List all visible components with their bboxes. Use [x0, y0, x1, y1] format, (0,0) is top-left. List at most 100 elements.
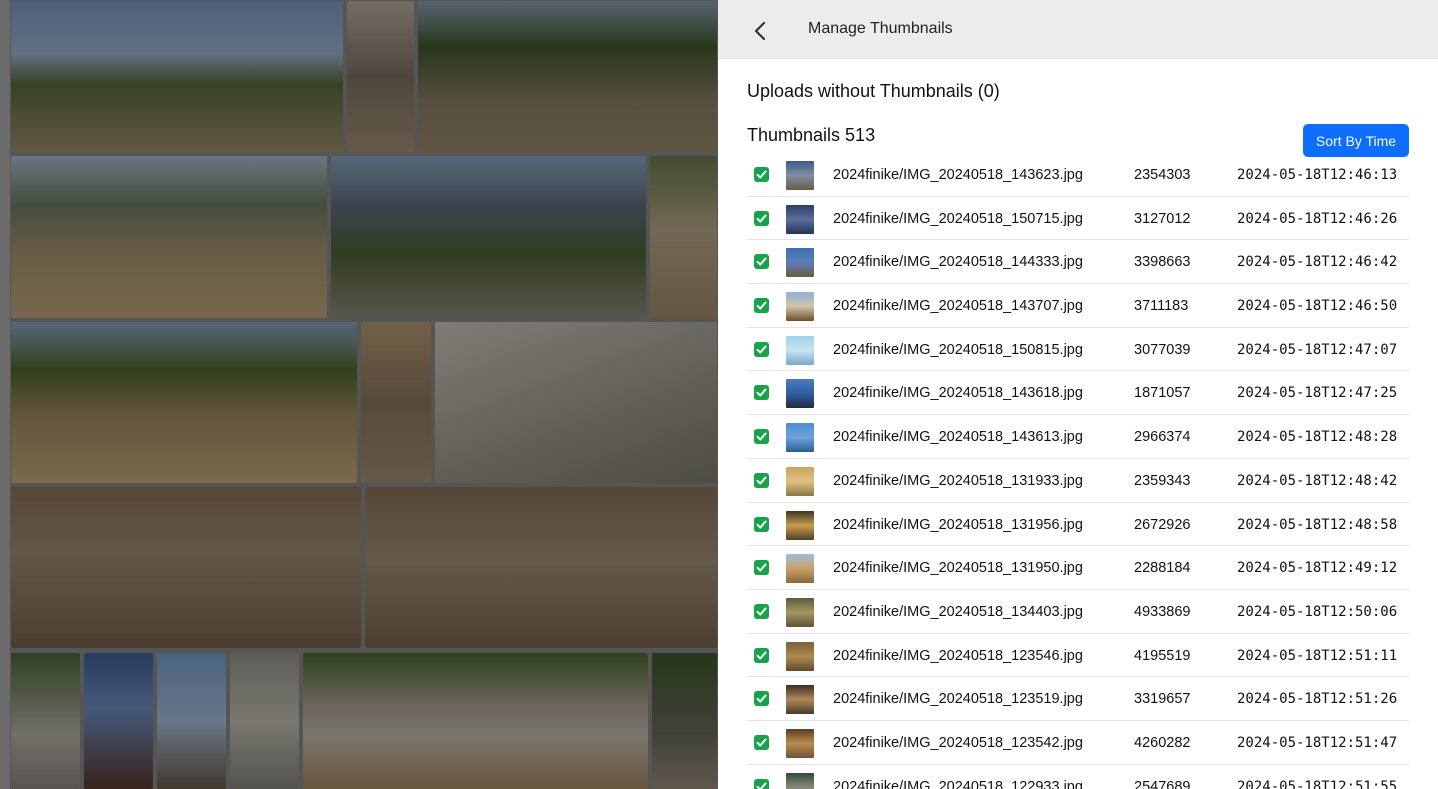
- file-name: 2024finike/IMG_20240518_134403.jpg: [833, 603, 1083, 620]
- gallery-photo[interactable]: [157, 653, 226, 789]
- file-name: 2024finike/IMG_20240518_131956.jpg: [833, 516, 1083, 533]
- thumbnail-row[interactable]: 2024finike/IMG_20240518_131956.jpg 267292…: [747, 503, 1409, 547]
- thumbnail-image: [786, 554, 814, 584]
- file-size: 1871057: [1134, 385, 1191, 402]
- file-size: 4260282: [1134, 734, 1191, 751]
- gallery-photo[interactable]: [652, 653, 717, 789]
- checkmark-icon: [754, 734, 769, 750]
- thumbnail-row[interactable]: 2024finike/IMG_20240518_123519.jpg 331965…: [747, 677, 1409, 721]
- gallery-photo[interactable]: [11, 1, 343, 152]
- gallery-photo[interactable]: [331, 156, 646, 318]
- upload-time: 2024-05-18T12:51:55: [1237, 778, 1398, 789]
- gallery-photo[interactable]: [11, 322, 357, 483]
- gallery-photo[interactable]: [347, 1, 414, 152]
- file-size: 3711183: [1134, 298, 1189, 315]
- thumbnail-row[interactable]: 2024finike/IMG_20240518_150715.jpg 312701…: [747, 197, 1409, 241]
- upload-time: 2024-05-18T12:48:28: [1237, 429, 1398, 446]
- file-size: 2288184: [1134, 560, 1191, 577]
- upload-time: 2024-05-18T12:46:13: [1237, 167, 1398, 183]
- upload-time: 2024-05-18T12:51:47: [1237, 734, 1398, 751]
- gallery-photo[interactable]: [435, 322, 717, 483]
- gallery-photo[interactable]: [230, 653, 299, 789]
- gallery-photo[interactable]: [365, 487, 717, 648]
- checkmark-icon: [754, 341, 769, 357]
- thumbnail-row[interactable]: 2024finike/IMG_20240518_143613.jpg 296637…: [747, 415, 1409, 459]
- file-name: 2024finike/IMG_20240518_122933.jpg: [833, 778, 1083, 789]
- upload-time: 2024-05-18T12:51:26: [1237, 691, 1398, 708]
- checkmark-icon: [754, 560, 769, 576]
- back-button[interactable]: [748, 18, 772, 44]
- gallery-photo[interactable]: [650, 156, 717, 318]
- gallery-photo[interactable]: [418, 1, 717, 152]
- file-name: 2024finike/IMG_20240518_131950.jpg: [833, 560, 1083, 577]
- thumbnail-row[interactable]: 2024finike/IMG_20240518_143618.jpg 187105…: [747, 371, 1409, 416]
- gallery-edge: [0, 0, 10, 789]
- file-size: 2672926: [1134, 516, 1191, 533]
- file-name: 2024finike/IMG_20240518_143613.jpg: [833, 429, 1083, 446]
- thumbnail-row[interactable]: 2024finike/IMG_20240518_143707.jpg 371118…: [747, 284, 1409, 328]
- photo-gallery: [0, 0, 718, 789]
- upload-time: 2024-05-18T12:47:25: [1237, 385, 1398, 402]
- checkmark-icon: [754, 167, 769, 182]
- checkmark-icon: [754, 516, 769, 532]
- thumbnail-list: 2024finike/IMG_20240518_143623.jpg 235430…: [747, 153, 1409, 789]
- manage-thumbnails-panel: Manage Thumbnails Uploads without Thumbn…: [718, 0, 1438, 789]
- file-name: 2024finike/IMG_20240518_143618.jpg: [833, 385, 1083, 402]
- gallery-photo[interactable]: [11, 487, 361, 648]
- file-name: 2024finike/IMG_20240518_144333.jpg: [833, 254, 1083, 271]
- upload-time: 2024-05-18T12:50:06: [1237, 603, 1398, 620]
- thumbnail-row[interactable]: 2024finike/IMG_20240518_134403.jpg 493386…: [747, 590, 1409, 634]
- file-size: 2966374: [1134, 429, 1191, 446]
- uploads-without-thumbnails-heading: Uploads without Thumbnails (0): [747, 81, 1000, 101]
- file-name: 2024finike/IMG_20240518_150815.jpg: [833, 341, 1083, 358]
- thumbnail-row[interactable]: 2024finike/IMG_20240518_123542.jpg 426028…: [747, 721, 1409, 765]
- upload-time: 2024-05-18T12:49:12: [1237, 560, 1398, 577]
- page-title: Manage Thumbnails: [808, 20, 953, 37]
- file-name: 2024finike/IMG_20240518_143707.jpg: [833, 298, 1083, 315]
- thumbnail-row[interactable]: 2024finike/IMG_20240518_143623.jpg 235430…: [747, 153, 1409, 197]
- file-size: 2359343: [1134, 472, 1191, 489]
- thumbnail-row[interactable]: 2024finike/IMG_20240518_131933.jpg 235934…: [747, 459, 1409, 503]
- checkmark-icon: [754, 691, 769, 707]
- gallery-photo[interactable]: [361, 322, 431, 483]
- upload-time: 2024-05-18T12:46:42: [1237, 254, 1398, 271]
- gallery-photo[interactable]: [303, 653, 648, 789]
- checkmark-icon: [754, 472, 769, 488]
- thumbnail-image: [786, 597, 814, 627]
- checkmark-icon: [754, 778, 769, 789]
- chevron-left-icon: [754, 21, 766, 41]
- thumbnail-image: [786, 466, 814, 496]
- file-name: 2024finike/IMG_20240518_143623.jpg: [833, 167, 1083, 183]
- upload-time: 2024-05-18T12:48:58: [1237, 516, 1398, 533]
- file-size: 2547689: [1134, 778, 1191, 789]
- file-name: 2024finike/IMG_20240518_123546.jpg: [833, 647, 1083, 664]
- file-size: 3398663: [1134, 254, 1191, 271]
- file-name: 2024finike/IMG_20240518_150715.jpg: [833, 210, 1083, 227]
- thumbnail-row[interactable]: 2024finike/IMG_20240518_122933.jpg 254768…: [747, 765, 1409, 789]
- header-bar: Manage Thumbnails: [718, 0, 1438, 59]
- checkmark-icon: [754, 385, 769, 401]
- checkmark-icon: [754, 647, 769, 663]
- checkmark-icon: [754, 603, 769, 619]
- thumbnail-image: [786, 685, 814, 715]
- gallery-photo[interactable]: [84, 653, 153, 789]
- upload-time: 2024-05-18T12:47:07: [1237, 341, 1398, 358]
- thumbnail-image: [786, 510, 814, 540]
- file-size: 2354303: [1134, 167, 1191, 183]
- thumbnails-heading: Thumbnails 513: [747, 125, 876, 145]
- checkmark-icon: [754, 298, 769, 314]
- file-size: 3077039: [1134, 341, 1191, 358]
- thumbnail-image: [786, 423, 814, 453]
- gallery-photo[interactable]: [11, 653, 80, 789]
- checkmark-icon: [754, 254, 769, 270]
- thumbnail-row[interactable]: 2024finike/IMG_20240518_123546.jpg 419551…: [747, 634, 1409, 678]
- thumbnail-image: [786, 248, 814, 278]
- file-size: 3127012: [1134, 210, 1191, 227]
- upload-time: 2024-05-18T12:46:26: [1237, 210, 1398, 227]
- file-name: 2024finike/IMG_20240518_123542.jpg: [833, 734, 1083, 751]
- gallery-photo[interactable]: [11, 156, 327, 318]
- thumbnail-row[interactable]: 2024finike/IMG_20240518_150815.jpg 307703…: [747, 328, 1409, 372]
- thumbnail-row[interactable]: 2024finike/IMG_20240518_131950.jpg 228818…: [747, 546, 1409, 590]
- thumbnail-row[interactable]: 2024finike/IMG_20240518_144333.jpg 339866…: [747, 240, 1409, 285]
- thumbnail-image: [786, 379, 814, 409]
